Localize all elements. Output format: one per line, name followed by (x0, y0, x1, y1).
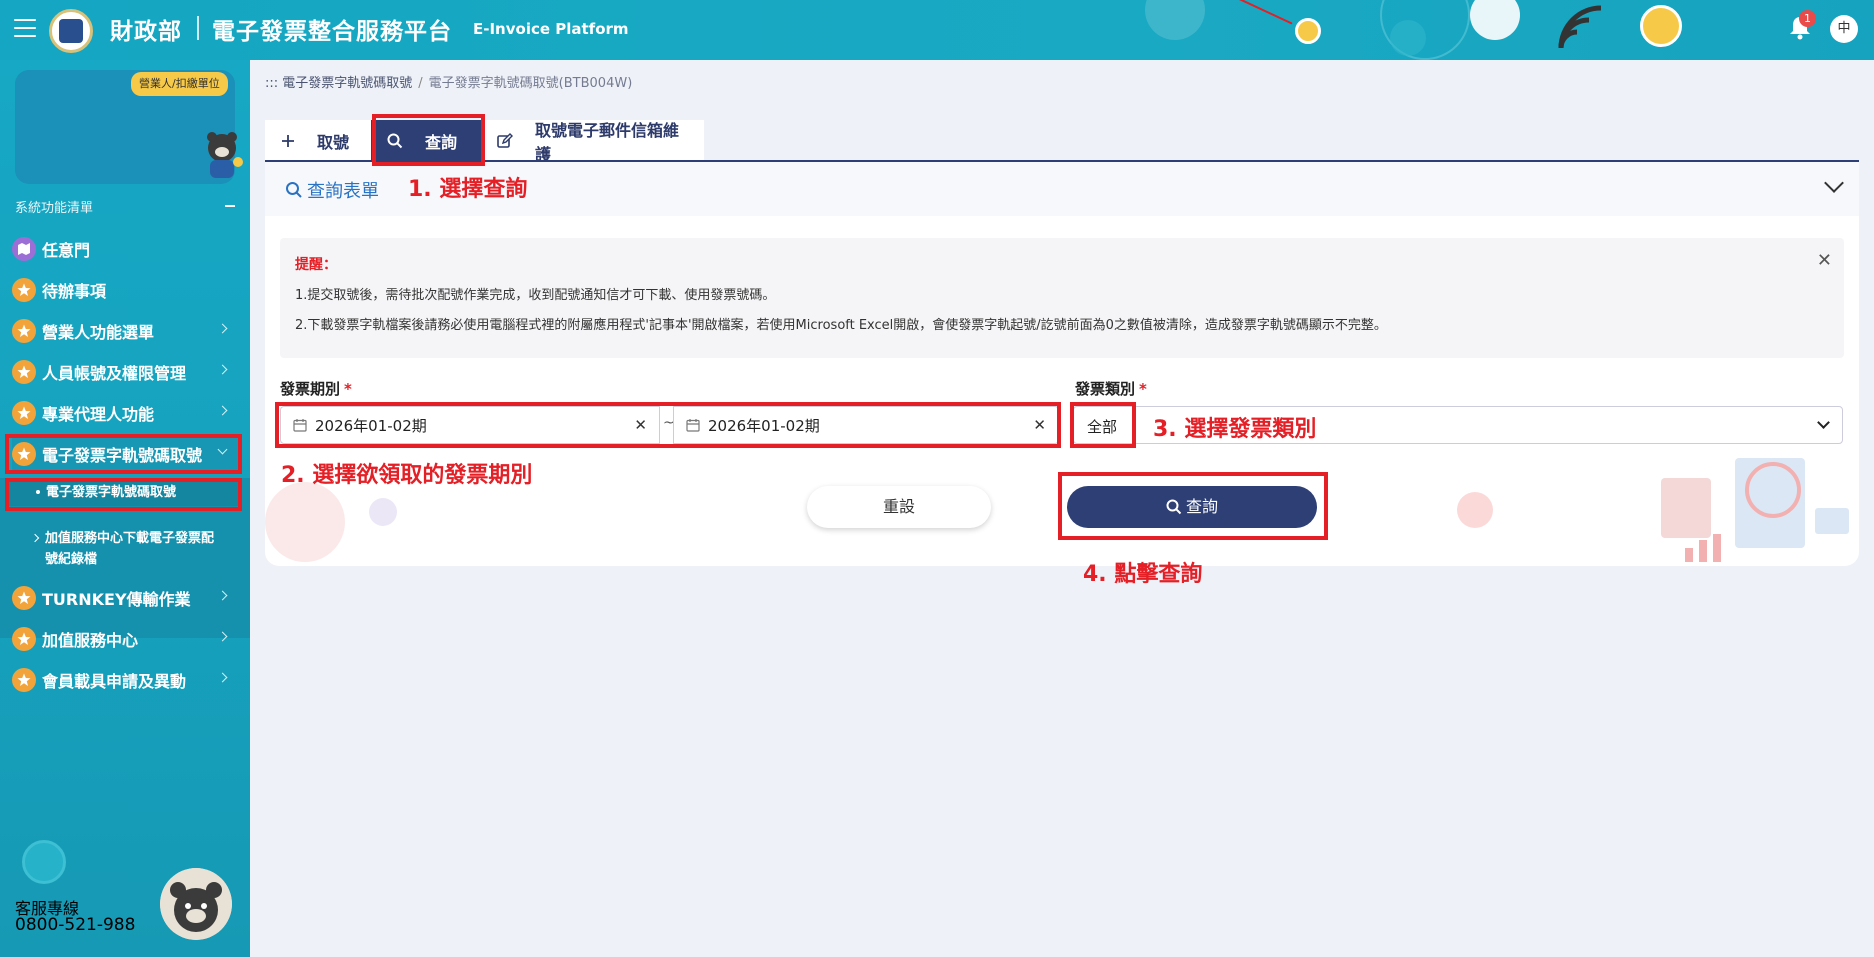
annotation-step-4: 4. 點擊查詢 (1083, 562, 1203, 587)
breadcrumb-root-link[interactable]: ::: 電子發票字軌號碼取號 (265, 76, 412, 91)
sidebar-item-value-added-center[interactable]: 加值服務中心 (12, 622, 238, 656)
sidebar-item-label: 會員載具申請及異動 (42, 672, 187, 691)
notice-box: 提醒： 1.提交取號後，需待批次配號作業完成，收到配號通知信才可下載、使用發票號… (280, 238, 1844, 358)
chevron-right-icon (30, 533, 40, 543)
reset-button[interactable]: 重設 (807, 486, 991, 528)
chevron-right-icon (217, 672, 228, 683)
ministry-name: 財政部 (110, 19, 182, 45)
edit-icon (497, 133, 513, 149)
sidebar-item-label: 營業人功能選單 (42, 323, 155, 342)
highlight-sidebar-submenu (5, 478, 242, 511)
hamburger-menu-icon[interactable] (14, 19, 36, 37)
highlight-type-select (1070, 402, 1136, 448)
panel-title: 查詢表單 (285, 177, 379, 203)
star-icon (12, 319, 36, 343)
notice-line-2: 2.下載發票字軌檔案後請務必使用電腦程式裡的附屬應用程式'記事本'開啟檔案，若使… (295, 318, 1387, 333)
type-field-label: 發票類別 * (1075, 378, 1147, 399)
highlight-query-button (1058, 472, 1328, 540)
search-icon (286, 182, 302, 198)
star-icon (12, 627, 36, 651)
menu-heading-label: 系統功能清單 (15, 201, 94, 216)
required-mark: * (344, 380, 352, 398)
mascot-bear-icon (207, 132, 243, 178)
breadcrumb: ::: 電子發票字軌號碼取號 / 電子發票字軌號碼取號(BTB004W) (265, 76, 633, 91)
map-icon (12, 237, 36, 261)
tab-label: 取號 (317, 133, 350, 152)
annotation-step-3: 3. 選擇發票類別 (1153, 417, 1317, 442)
notification-badge: 1 (1799, 10, 1816, 27)
chevron-down-icon (1817, 416, 1830, 429)
required-mark: * (1139, 380, 1147, 398)
highlight-period-fields (275, 402, 1061, 448)
notice-title: 提醒： (295, 257, 337, 273)
chevron-right-icon (217, 631, 228, 642)
header-decoration (1390, 20, 1426, 56)
sub-item-label-line1: 加值服務中心下載電子發票配 (45, 531, 215, 546)
star-icon (12, 278, 36, 302)
type-label-text: 發票類別 (1075, 380, 1136, 398)
highlight-sidebar-menu (5, 434, 242, 474)
plus-icon (281, 134, 295, 148)
hotline-number: 0800-521-988 (15, 915, 136, 935)
star-icon (12, 586, 36, 610)
sub-item-vas-download-records[interactable]: 加值服務中心下載電子發票配 號紀錄檔 (8, 528, 240, 572)
header-decoration (1470, 0, 1520, 40)
star-icon (12, 401, 36, 425)
sidebar-item-label: 待辦事項 (42, 282, 107, 301)
top-header: 財政部 電子發票整合服務平台 E-Invoice Platform 1 中 (0, 0, 1874, 60)
sidebar-item-todo[interactable]: 待辦事項 (12, 273, 238, 307)
sidebar-item-label: 人員帳號及權限管理 (42, 364, 187, 383)
sidebar-item-member-carrier[interactable]: 會員載具申請及異動 (12, 663, 238, 697)
sidebar-item-label: 加值服務中心 (42, 631, 139, 650)
sidebar-item-turnkey[interactable]: TURNKEY傳輸作業 (12, 581, 238, 615)
panel-decoration (265, 482, 345, 562)
tab-request-number[interactable]: 取號 (265, 120, 371, 162)
header-decoration (1145, 0, 1205, 40)
sidebar-item-anywhere-door[interactable]: 任意門 (12, 232, 238, 266)
platform-subtitle: E-Invoice Platform (473, 20, 629, 38)
sidebar-item-label: 任意門 (42, 241, 91, 260)
sub-item-label-line2: 號紀錄檔 (45, 552, 98, 567)
tab-label: 取號電子郵件信箱維護 (535, 121, 680, 164)
sidebar-item-label: 專業代理人功能 (42, 405, 155, 424)
panel-decoration (1457, 492, 1493, 528)
brand-divider (197, 16, 199, 40)
sidebar-item-agent-functions[interactable]: 專業代理人功能 (12, 396, 238, 430)
panel-decoration (369, 498, 397, 526)
period-field-label: 發票期別 * (280, 378, 352, 399)
platform-title: 電子發票整合服務平台 (212, 19, 452, 45)
chevron-down-icon[interactable] (1824, 173, 1844, 193)
annotation-step-2: 2. 選擇欲領取的發票期別 (281, 463, 533, 488)
close-icon[interactable]: ✕ (1817, 250, 1832, 271)
sidebar-item-label: TURNKEY傳輸作業 (42, 590, 191, 609)
ministry-logo[interactable] (49, 9, 93, 53)
period-label-text: 發票期別 (280, 380, 341, 398)
chevron-right-icon (217, 364, 228, 375)
highlight-query-tab (372, 114, 485, 166)
header-decoration (1295, 18, 1321, 44)
wifi-decoration (1558, 5, 1602, 49)
sidebar-item-business-menu[interactable]: 營業人功能選單 (12, 314, 238, 348)
breadcrumb-current: 電子發票字軌號碼取號(BTB004W) (428, 76, 633, 91)
role-badge: 營業人/扣繳單位 (131, 72, 228, 96)
chevron-right-icon (217, 590, 228, 601)
annotation-step-1: 1. 選擇查詢 (408, 177, 528, 202)
customer-service-mascot-icon (160, 868, 232, 940)
chevron-right-icon (217, 323, 228, 334)
chart-illustration-decoration (1661, 458, 1849, 562)
collapse-menu-icon[interactable] (225, 205, 235, 207)
star-icon (12, 668, 36, 692)
panel-title-label: 查詢表單 (307, 181, 379, 202)
sidebar-decoration (22, 840, 66, 884)
language-toggle-button[interactable]: 中 (1830, 15, 1858, 43)
chevron-right-icon (217, 405, 228, 416)
sidebar-item-account-permissions[interactable]: 人員帳號及權限管理 (12, 355, 238, 389)
tab-email-maintenance[interactable]: 取號電子郵件信箱維護 (481, 120, 704, 164)
red-arrow-decoration (1237, 0, 1293, 25)
star-icon (12, 360, 36, 384)
menu-heading: 系統功能清單 (15, 197, 235, 216)
header-decoration (1640, 5, 1682, 47)
notice-line-1: 1.提交取號後，需待批次配號作業完成，收到配號通知信才可下載、使用發票號碼。 (295, 288, 776, 303)
